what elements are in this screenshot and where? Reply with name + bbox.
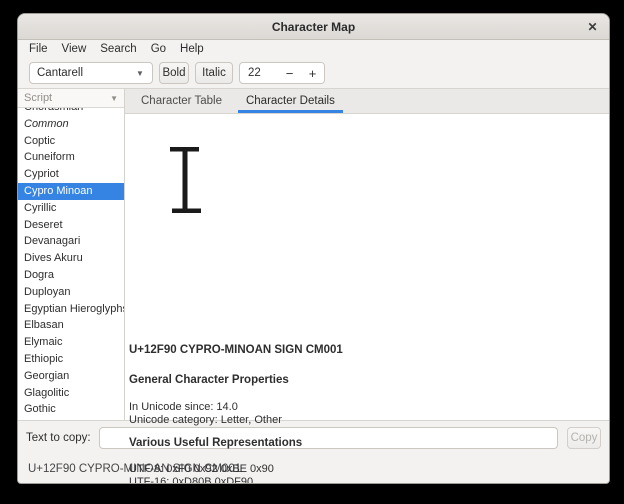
notebook: Character Table Character Details U+12F9… — [125, 89, 609, 420]
script-item-elbasan[interactable]: Elbasan — [18, 317, 124, 334]
script-item-cuneiform[interactable]: Cuneiform — [18, 149, 124, 166]
script-item-devanagari[interactable]: Devanagari — [18, 233, 124, 250]
utf16-value: UTF-16: 0xD80B 0xDF90 — [129, 476, 253, 484]
main-area: Script ▼ Chorasmian Common Coptic Cuneif… — [18, 89, 609, 420]
font-family-value: Cantarell — [30, 67, 128, 79]
font-size-stepper: 22 − + — [239, 62, 325, 84]
text-to-copy-label: Text to copy: — [26, 432, 91, 444]
script-item-cypro-minoan[interactable]: Cypro Minoan — [18, 183, 124, 200]
menu-search[interactable]: Search — [93, 42, 143, 56]
script-item-chorasmian[interactable]: Chorasmian — [18, 108, 124, 116]
toolbar: Cantarell ▼ Bold Italic 22 − + — [18, 58, 609, 89]
tab-character-table[interactable]: Character Table — [129, 89, 234, 113]
tab-character-details[interactable]: Character Details — [234, 89, 347, 113]
script-item-glagolitic[interactable]: Glagolitic — [18, 385, 124, 402]
character-map-window: Character Map ✕ File View Search Go Help… — [17, 13, 610, 484]
script-header-label: Script — [24, 92, 110, 104]
window-title: Character Map — [272, 20, 355, 34]
script-item-dives-akuru[interactable]: Dives Akuru — [18, 250, 124, 267]
script-item-georgian[interactable]: Georgian — [18, 368, 124, 385]
menu-file[interactable]: File — [22, 42, 55, 56]
script-item-cyrillic[interactable]: Cyrillic — [18, 200, 124, 217]
script-list[interactable]: Chorasmian Common Coptic Cuneiform Cypri… — [18, 108, 124, 420]
menu-view[interactable]: View — [55, 42, 94, 56]
script-column-header[interactable]: Script ▼ — [18, 89, 124, 108]
representations-title: Various Useful Representations — [129, 437, 302, 449]
script-item-dogra[interactable]: Dogra — [18, 267, 124, 284]
statusbar: U+12F90 CYPRO-MINOAN SIGN CM001 — [18, 455, 609, 483]
script-item-deseret[interactable]: Deseret — [18, 217, 124, 234]
script-item-ethiopic[interactable]: Ethiopic — [18, 351, 124, 368]
general-properties-title: General Character Properties — [129, 374, 289, 386]
chevron-down-icon: ▼ — [128, 69, 152, 78]
character-glyph-cm001 — [169, 147, 201, 216]
italic-button[interactable]: Italic — [195, 62, 233, 84]
script-item-grantha[interactable]: Grantha — [18, 418, 124, 420]
sort-arrow-icon: ▼ — [110, 94, 118, 103]
script-list-items: Chorasmian Common Coptic Cuneiform Cypri… — [18, 108, 124, 420]
menu-help[interactable]: Help — [173, 42, 211, 56]
script-item-common[interactable]: Common — [18, 116, 124, 133]
copy-button[interactable]: Copy — [567, 427, 601, 449]
menubar: File View Search Go Help — [18, 40, 609, 58]
codepoint-heading: U+12F90 CYPRO-MINOAN SIGN CM001 — [129, 344, 343, 356]
titlebar[interactable]: Character Map ✕ — [18, 14, 609, 40]
font-size-value[interactable]: 22 — [240, 63, 278, 83]
font-family-combobox[interactable]: Cantarell ▼ — [29, 62, 153, 84]
close-icon[interactable]: ✕ — [583, 17, 602, 36]
menu-go[interactable]: Go — [144, 42, 173, 56]
script-item-duployan[interactable]: Duployan — [18, 284, 124, 301]
copy-bar: Text to copy: Copy — [18, 420, 609, 455]
script-item-gothic[interactable]: Gothic — [18, 401, 124, 418]
script-item-elymaic[interactable]: Elymaic — [18, 334, 124, 351]
script-item-coptic[interactable]: Coptic — [18, 133, 124, 150]
tab-bar: Character Table Character Details — [125, 89, 609, 114]
script-item-cypriot[interactable]: Cypriot — [18, 166, 124, 183]
utf8-value: UTF-8: 0xF0 0x92 0xBE 0x90 — [129, 463, 274, 475]
unicode-category: Unicode category: Letter, Other — [129, 414, 282, 426]
bold-button[interactable]: Bold — [159, 62, 189, 84]
character-details-pane: U+12F90 CYPRO-MINOAN SIGN CM001 General … — [125, 114, 609, 420]
increase-font-size-button[interactable]: + — [301, 63, 324, 83]
script-item-egyptian-hieroglyphs[interactable]: Egyptian Hieroglyphs — [18, 301, 124, 318]
script-list-panel: Script ▼ Chorasmian Common Coptic Cuneif… — [18, 89, 125, 420]
decrease-font-size-button[interactable]: − — [278, 63, 301, 83]
unicode-since: In Unicode since: 14.0 — [129, 401, 238, 413]
